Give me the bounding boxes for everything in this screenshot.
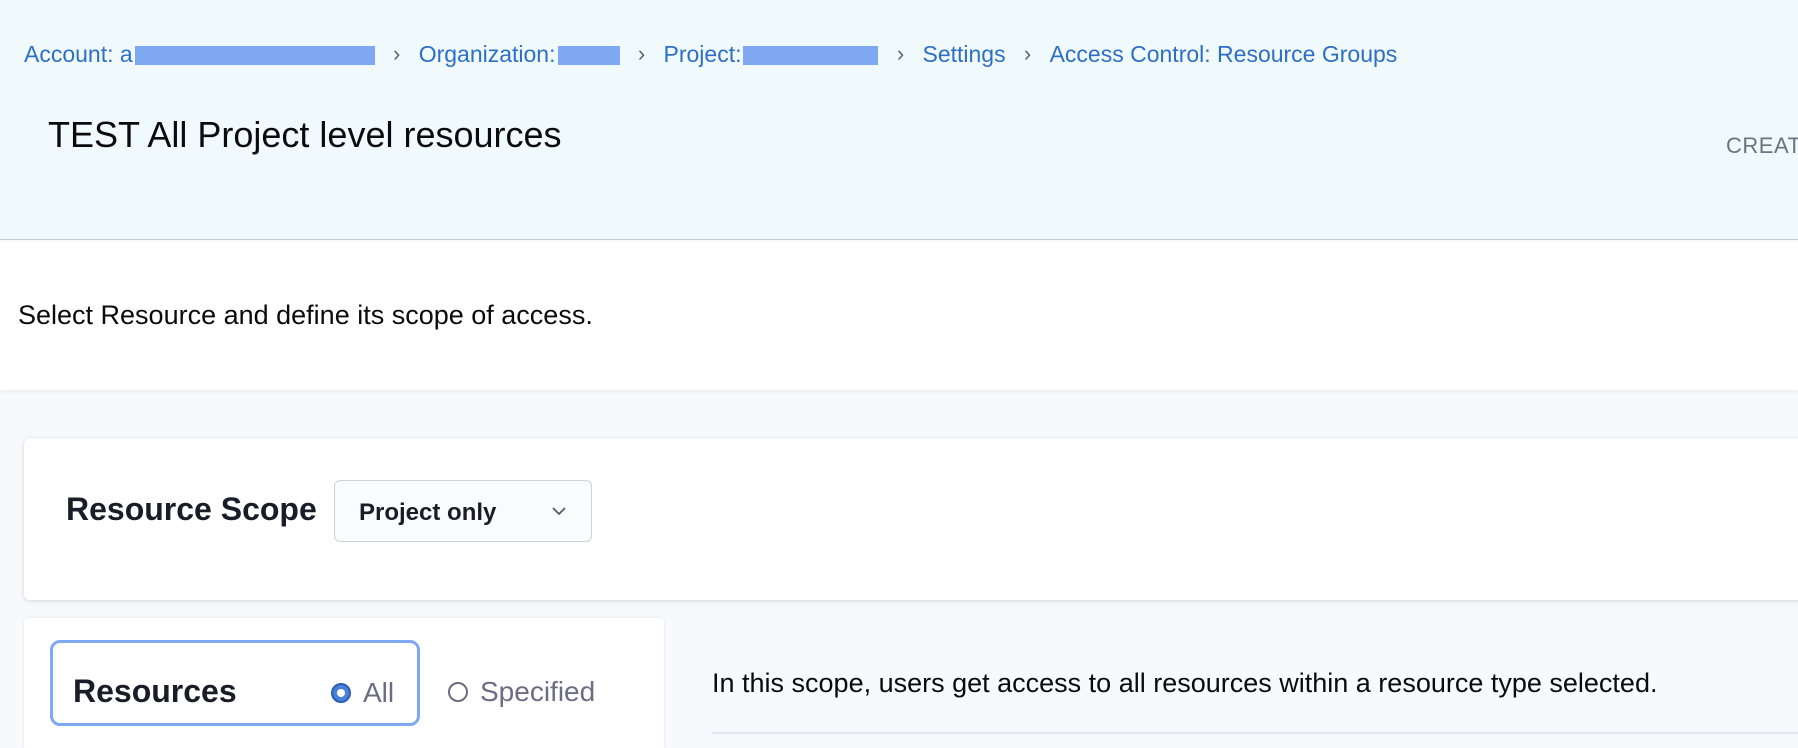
redacted-organization-name (557, 45, 620, 65)
chevron-right-icon: › (896, 41, 905, 66)
breadcrumb: Account: a › Organization: › Project: › … (24, 38, 1397, 70)
resource-scope-value: Project only (359, 499, 497, 526)
divider (712, 732, 1798, 734)
resources-label: Resources (73, 673, 237, 709)
breadcrumb-organization[interactable]: Organization: (419, 41, 620, 68)
radio-checked-icon (331, 683, 351, 703)
radio-specified-label: Specified (480, 676, 596, 707)
radio-all[interactable]: All (331, 677, 394, 709)
resources-description: In this scope, users get access to all r… (712, 668, 1658, 698)
chevron-right-icon: › (1023, 41, 1032, 66)
resources-selector: Resources All (50, 640, 420, 726)
breadcrumb-project[interactable]: Project: (664, 41, 879, 68)
breadcrumb-settings[interactable]: Settings (922, 41, 1005, 68)
radio-specified[interactable]: Specified (448, 676, 595, 708)
page-header: Account: a › Organization: › Project: › … (0, 0, 1798, 240)
breadcrumb-account-label: Account: a (24, 40, 133, 67)
breadcrumb-organization-label: Organization: (418, 40, 556, 67)
created-label: CREAT (1726, 133, 1798, 158)
radio-all-label: All (363, 677, 395, 708)
page-title: TEST All Project level resources (48, 114, 562, 155)
breadcrumb-account[interactable]: Account: a (24, 41, 375, 68)
chevron-down-icon (552, 507, 566, 516)
resources-card: Resources All Specified (24, 618, 664, 748)
resource-scope-label: Resource Scope (66, 491, 317, 527)
chevron-right-icon: › (637, 41, 646, 66)
breadcrumb-project-label: Project: (663, 40, 742, 67)
redacted-account-name (134, 45, 375, 65)
intro-section: Select Resource and define its scope of … (0, 242, 1798, 390)
intro-text: Select Resource and define its scope of … (18, 300, 593, 330)
chevron-right-icon: › (393, 41, 401, 66)
radio-unchecked-icon (448, 682, 468, 702)
redacted-project-name (743, 45, 879, 65)
resource-scope-card: Resource Scope Project only (24, 438, 1798, 600)
breadcrumb-access-control[interactable]: Access Control: Resource Groups (1050, 41, 1398, 68)
resource-scope-dropdown[interactable]: Project only (334, 480, 592, 542)
